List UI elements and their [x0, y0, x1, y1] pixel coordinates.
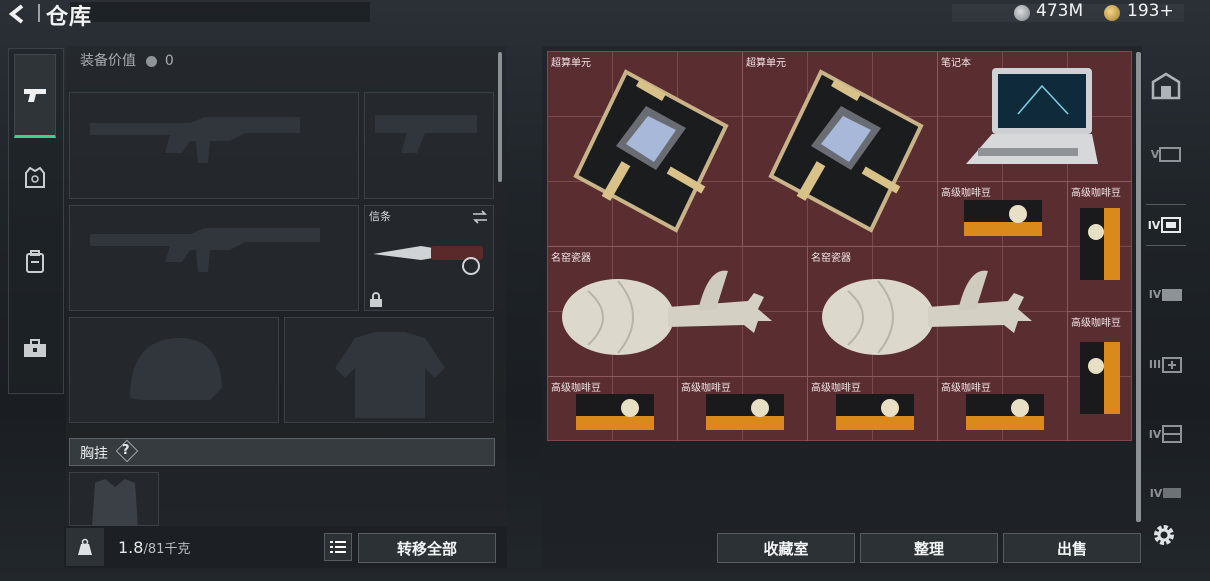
- settings-gear-icon[interactable]: [1151, 522, 1177, 548]
- tab-level: III: [1148, 357, 1162, 371]
- storage-item-cell[interactable]: 名窑瓷器: [548, 247, 808, 377]
- currency-silver: 473M: [1036, 1, 1084, 21]
- medical-case-icon: [1162, 357, 1183, 373]
- list-icon: [330, 541, 346, 553]
- gold-coin-icon: [1104, 5, 1120, 21]
- weight-readout: 1.8/81千克: [118, 538, 190, 557]
- locker-icon: [1162, 425, 1183, 443]
- coffee-bag-icon: [706, 394, 784, 430]
- list-view-button[interactable]: [324, 533, 352, 561]
- item-name: 高级咖啡豆: [1071, 188, 1121, 199]
- tab-storage-iv-3[interactable]: IV: [1146, 414, 1186, 454]
- body-armor-slot[interactable]: [284, 317, 494, 423]
- tab-storage-iii[interactable]: III: [1146, 344, 1186, 384]
- equip-value-row: 装备价值 0: [80, 50, 174, 70]
- coffee-bag-icon: [964, 200, 1042, 236]
- backpack-icon: [26, 250, 44, 273]
- weight-max: /81千克: [143, 542, 191, 557]
- porcelain-vase-icon: [562, 270, 772, 355]
- lock-icon: [370, 292, 382, 307]
- chest-rig-silhouette-icon: [92, 479, 138, 527]
- cabinet-icon: [1161, 217, 1182, 233]
- melee-slot[interactable]: 信条: [364, 205, 494, 311]
- primary-weapon-slot[interactable]: [69, 92, 359, 199]
- item-name: 高级咖啡豆: [1071, 318, 1121, 329]
- armor-silhouette-icon: [335, 332, 445, 418]
- equip-value: 0: [164, 53, 174, 69]
- storage-item-cell[interactable]: 笔记本: [938, 52, 1132, 182]
- vault-icon: [1151, 72, 1181, 100]
- tab-storage-v[interactable]: V: [1146, 134, 1186, 174]
- header-shade: [70, 2, 370, 22]
- silver-coin-icon: [1014, 5, 1030, 21]
- rifle-silhouette-icon: [90, 117, 300, 163]
- helmet-silhouette-icon: [130, 338, 222, 400]
- vest-icon: [25, 166, 45, 188]
- coffee-bag-icon: [1080, 208, 1120, 280]
- chest-rig-header: 胸挂 ?: [69, 438, 495, 466]
- pistol-slot[interactable]: [364, 92, 494, 199]
- tab-level: V: [1150, 147, 1160, 161]
- swap-icon[interactable]: [471, 209, 489, 228]
- supercomputer-board-icon: [768, 69, 924, 233]
- storage-scrollbar[interactable]: [1136, 52, 1141, 522]
- coffee-bag-icon: [576, 394, 654, 430]
- coffee-bag-icon: [836, 394, 914, 430]
- back-icon[interactable]: [6, 3, 32, 25]
- equip-value-label: 装备价值: [80, 53, 136, 69]
- secondary-weapon-slot[interactable]: [69, 205, 359, 311]
- toolbox-icon: [24, 339, 46, 357]
- tab-level: IV: [1147, 218, 1161, 232]
- porcelain-vase-icon: [822, 270, 1032, 355]
- rifle-silhouette-2-icon: [90, 228, 320, 272]
- coffee-bag-icon: [966, 394, 1044, 430]
- weight-icon: [66, 528, 104, 566]
- sell-button[interactable]: 出售: [1003, 533, 1141, 563]
- chest-rig-label: 胸挂: [80, 446, 108, 462]
- melee-slot-label: 信条: [369, 210, 391, 223]
- page-title: 仓库: [46, 5, 93, 30]
- storage-item-cell[interactable]: 名窑瓷器: [808, 247, 1068, 377]
- pistol-silhouette-icon: [375, 115, 477, 153]
- currency-gold[interactable]: 193+: [1127, 1, 1174, 21]
- weight-current: 1.8: [118, 538, 144, 557]
- knife-icon: [373, 246, 483, 275]
- tab-level: IV: [1148, 427, 1162, 441]
- storage-item-cell[interactable]: 高级咖啡豆: [1068, 312, 1132, 441]
- collection-room-button[interactable]: 收藏室: [717, 533, 855, 563]
- nav-armor[interactable]: [14, 158, 56, 198]
- nav-toolbox[interactable]: [14, 328, 56, 368]
- coffee-bag-icon: [1080, 342, 1120, 414]
- crate-icon: [1159, 147, 1182, 162]
- nav-weapons[interactable]: [14, 54, 56, 138]
- transfer-all-button[interactable]: 转移全部: [358, 533, 496, 563]
- chest-rig-slot[interactable]: [69, 472, 159, 527]
- loadout-scrollbar[interactable]: [498, 52, 502, 182]
- header-divider: [38, 4, 40, 22]
- storage-item-cell[interactable]: 高级咖啡豆: [678, 377, 808, 441]
- laptop-icon: [966, 68, 1098, 164]
- storage-item-cell[interactable]: 高级咖啡豆: [1068, 182, 1132, 312]
- storage-item-cell[interactable]: 高级咖啡豆: [548, 377, 678, 441]
- shelf-icon: [1163, 488, 1182, 498]
- tab-storage-iv-4[interactable]: IV: [1146, 478, 1186, 508]
- tab-storage-iv-active[interactable]: IV: [1146, 204, 1186, 246]
- box-icon: [1162, 289, 1183, 301]
- tab-level: IV: [1148, 287, 1162, 301]
- chest-rig-help: ?: [122, 443, 130, 458]
- storage-item-cell[interactable]: 高级咖啡豆: [808, 377, 938, 441]
- pistol-icon: [24, 89, 46, 102]
- silver-coin-small-icon: [146, 55, 158, 67]
- helmet-slot[interactable]: [69, 317, 279, 423]
- storage-item-cell[interactable]: 高级咖啡豆: [938, 377, 1068, 441]
- tab-storage-iv-2[interactable]: IV: [1146, 274, 1186, 314]
- tab-level: IV: [1149, 486, 1163, 500]
- tab-safe-room[interactable]: [1146, 66, 1186, 106]
- storage-item-cell[interactable]: 高级咖啡豆: [938, 182, 1068, 247]
- supercomputer-board-icon: [573, 69, 729, 233]
- storage-item-cell[interactable]: 超算单元: [548, 52, 743, 247]
- organize-button[interactable]: 整理: [860, 533, 998, 563]
- nav-backpack[interactable]: [14, 242, 56, 282]
- storage-item-cell[interactable]: 超算单元: [743, 52, 938, 247]
